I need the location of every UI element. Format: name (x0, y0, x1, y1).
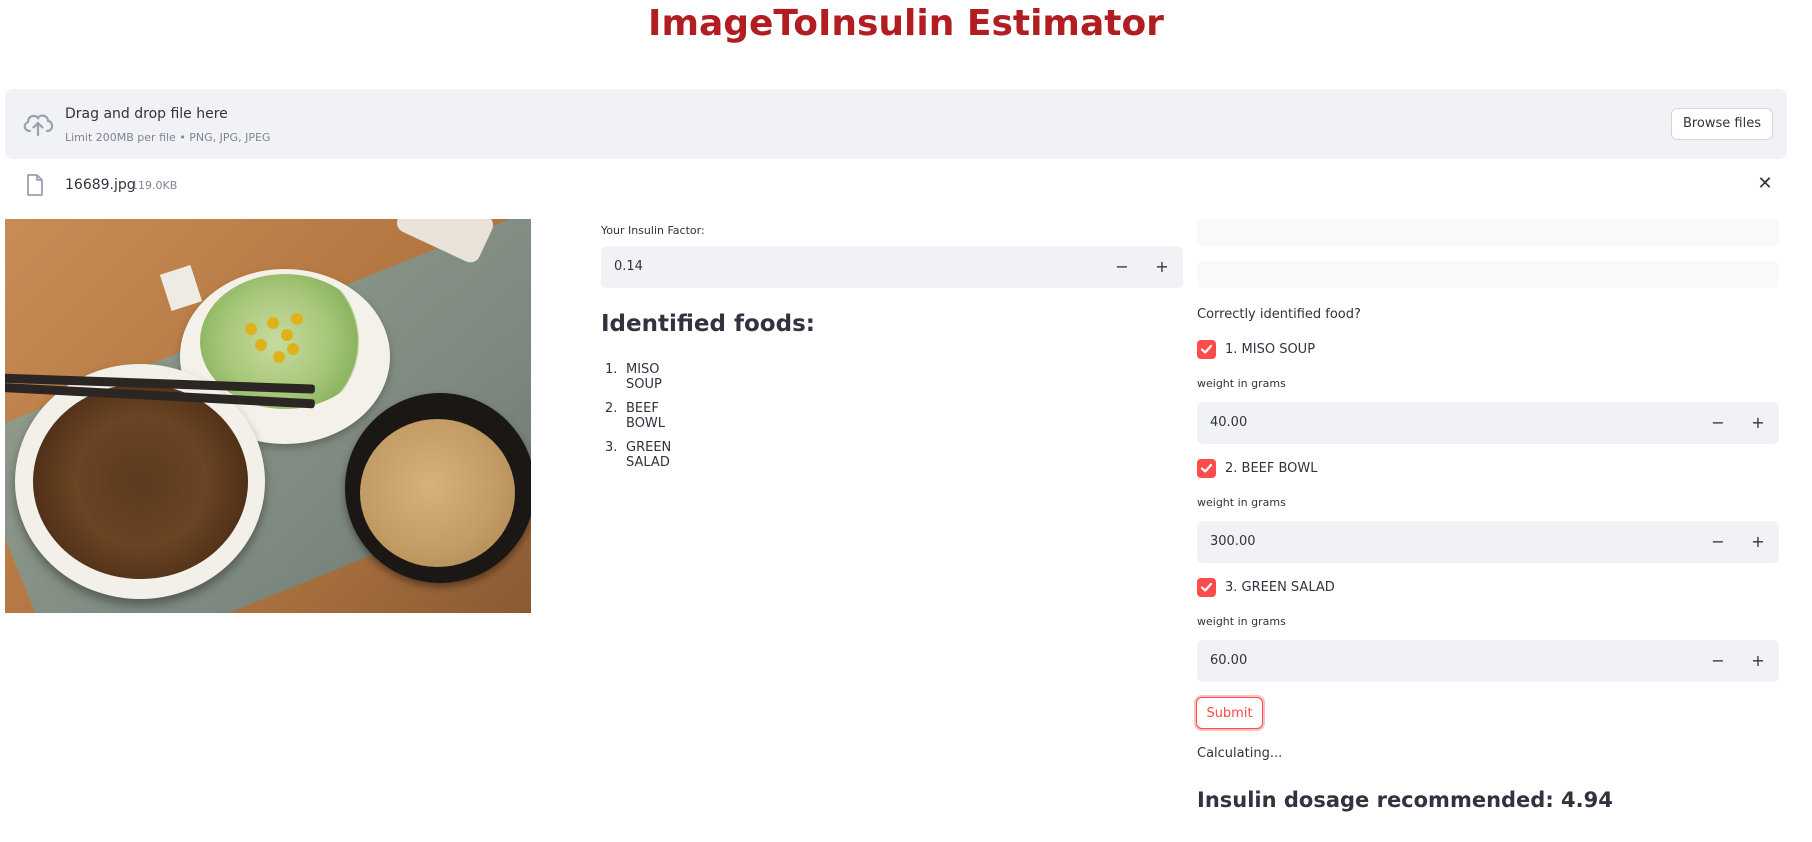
weight-value[interactable]: 40.00 (1210, 402, 1247, 444)
weight-decrement-button[interactable]: − (1698, 521, 1738, 563)
dropzone-limit-text: Limit 200MB per file • PNG, JPG, JPEG (65, 131, 271, 144)
weight-input-miso-soup[interactable]: 40.00 − + (1197, 402, 1779, 444)
weight-increment-button[interactable]: + (1738, 521, 1778, 563)
weight-decrement-button[interactable]: − (1698, 640, 1738, 682)
correct-food-question: Correctly identified food? (1197, 307, 1361, 322)
insulin-factor-input[interactable]: 0.14 − + (601, 246, 1183, 288)
browse-files-button[interactable]: Browse files (1670, 108, 1773, 140)
weight-value[interactable]: 300.00 (1210, 521, 1256, 563)
checkbox-checked-icon[interactable] (1197, 340, 1216, 359)
insulin-factor-value[interactable]: 0.14 (614, 246, 643, 288)
weight-label: weight in grams (1197, 615, 1286, 628)
insulin-factor-increment-button[interactable]: + (1142, 246, 1182, 288)
weight-label: weight in grams (1197, 496, 1286, 509)
remove-file-close-icon[interactable]: ✕ (1753, 172, 1777, 196)
list-item-number: 1. (605, 362, 618, 377)
empty-placeholder-box (1197, 261, 1779, 288)
file-dropzone[interactable]: Drag and drop file here Limit 200MB per … (5, 89, 1787, 159)
empty-placeholder-box (1197, 219, 1779, 246)
calculating-status: Calculating... (1197, 746, 1283, 761)
cloud-upload-icon (21, 109, 55, 139)
weight-input-beef-bowl[interactable]: 300.00 − + (1197, 521, 1779, 563)
weight-increment-button[interactable]: + (1738, 402, 1778, 444)
list-item-number: 2. (605, 401, 618, 416)
checkbox-label: 1. MISO SOUP (1225, 342, 1316, 357)
checkbox-label: 2. BEEF BOWL (1225, 461, 1318, 476)
checkbox-checked-icon[interactable] (1197, 459, 1216, 478)
weight-label: weight in grams (1197, 377, 1286, 390)
weight-value[interactable]: 60.00 (1210, 640, 1247, 682)
insulin-factor-label: Your Insulin Factor: (601, 224, 705, 237)
submit-button[interactable]: Submit (1196, 697, 1263, 729)
dropzone-label: Drag and drop file here (65, 106, 228, 122)
uploaded-file-name: 16689.jpg (65, 177, 136, 193)
uploaded-file-size: 119.0KB (131, 179, 178, 192)
identified-foods-heading: Identified foods: (601, 311, 815, 337)
list-item-text: BEEF BOWL (626, 401, 666, 431)
weight-input-green-salad[interactable]: 60.00 − + (1197, 640, 1779, 682)
checkbox-label: 3. GREEN SALAD (1225, 580, 1335, 595)
food-photo (5, 219, 531, 613)
checkbox-checked-icon[interactable] (1197, 578, 1216, 597)
insulin-dosage-result: Insulin dosage recommended: 4.94 (1197, 788, 1613, 812)
file-icon (25, 174, 45, 196)
weight-decrement-button[interactable]: − (1698, 402, 1738, 444)
page-title: ImageToInsulin Estimator (648, 3, 1164, 44)
uploaded-file-row: 16689.jpg 119.0KB ✕ (5, 170, 1787, 200)
list-item-number: 3. (605, 440, 618, 455)
weight-increment-button[interactable]: + (1738, 640, 1778, 682)
list-item-text: GREEN SALAD (626, 440, 672, 470)
insulin-factor-decrement-button[interactable]: − (1102, 246, 1142, 288)
list-item-text: MISO SOUP (626, 362, 662, 392)
